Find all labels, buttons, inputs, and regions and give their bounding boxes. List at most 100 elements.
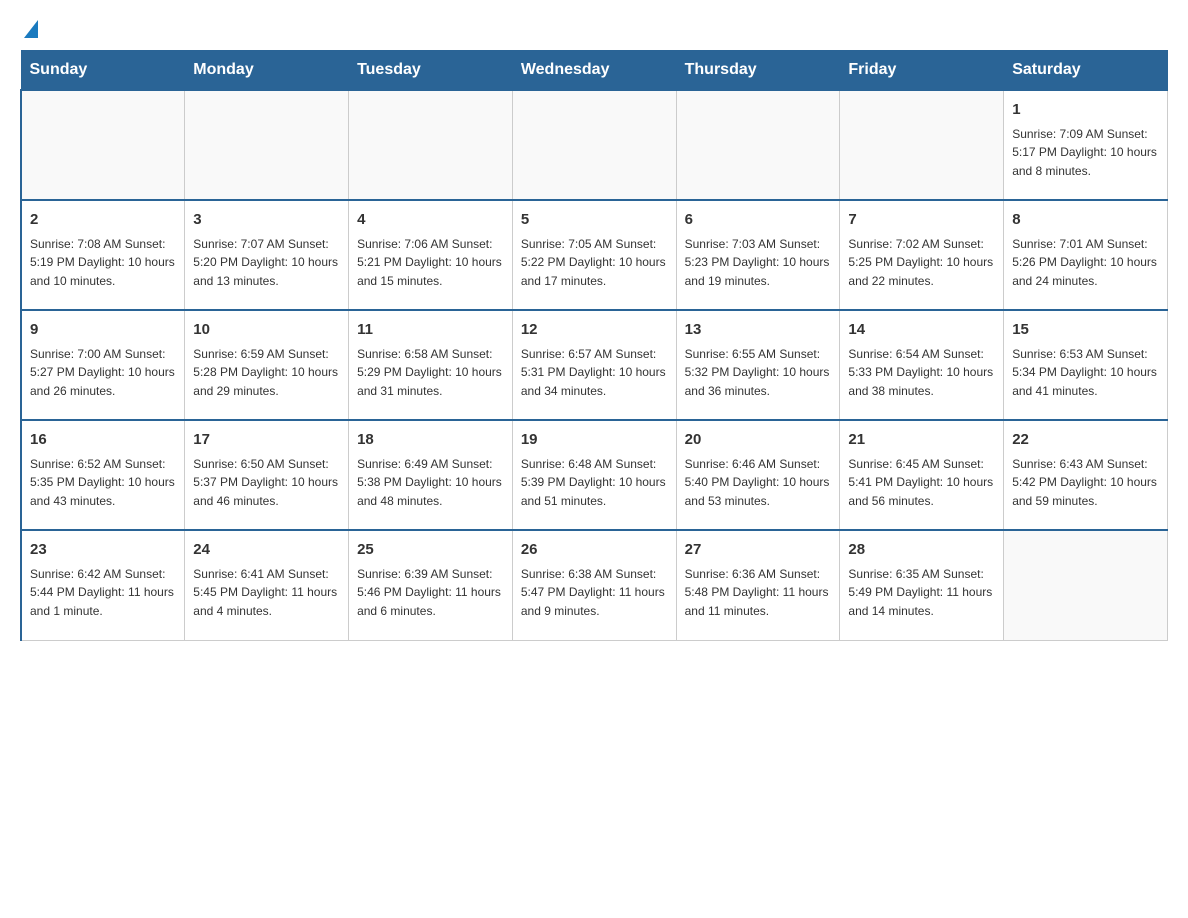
table-row: 24Sunrise: 6:41 AM Sunset: 5:45 PM Dayli… (185, 530, 349, 640)
day-info: Sunrise: 6:54 AM Sunset: 5:33 PM Dayligh… (848, 345, 995, 401)
table-row: 11 Sunrise: 6:58 AM Sunset: 5:29 PM Dayli… (349, 310, 513, 420)
table-row (840, 90, 1004, 200)
table-row: 16 Sunrise: 6:52 AM Sunset: 5:35 PM Dayli… (21, 420, 185, 530)
day-number: 3 (193, 209, 340, 232)
day-info: Sunrise: 6:58 AM Sunset: 5:29 PM Dayligh… (357, 345, 504, 401)
logo-general (20, 20, 38, 40)
week-row-2: 2Sunrise: 7:08 AM Sunset: 5:19 PM Daylig… (21, 200, 1168, 310)
day-info: Sunrise: 6:52 AM Sunset: 5:35 PM Dayligh… (30, 455, 176, 511)
table-row: 26 Sunrise: 6:38 AM Sunset: 5:47 PM Dayli… (512, 530, 676, 640)
day-number: 23 (30, 539, 176, 562)
header-sunday: Sunday (21, 51, 185, 91)
table-row: 25 Sunrise: 6:39 AM Sunset: 5:46 PM Dayli… (349, 530, 513, 640)
day-info: Sunrise: 6:50 AM Sunset: 5:37 PM Dayligh… (193, 455, 340, 511)
day-info: Sunrise: 6:42 AM Sunset: 5:44 PM Dayligh… (30, 565, 176, 621)
header-monday: Monday (185, 51, 349, 91)
day-info: Sunrise: 6:49 AM Sunset: 5:38 PM Dayligh… (357, 455, 504, 511)
header-tuesday: Tuesday (349, 51, 513, 91)
header-friday: Friday (840, 51, 1004, 91)
day-number: 21 (848, 429, 995, 452)
page-header (20, 20, 1168, 40)
header-wednesday: Wednesday (512, 51, 676, 91)
day-number: 5 (521, 209, 668, 232)
day-info: Sunrise: 6:57 AM Sunset: 5:31 PM Dayligh… (521, 345, 668, 401)
day-number: 7 (848, 209, 995, 232)
table-row (1004, 530, 1168, 640)
day-info: Sunrise: 6:53 AM Sunset: 5:34 PM Dayligh… (1012, 345, 1159, 401)
day-number: 1 (1012, 99, 1159, 122)
table-row: 9 Sunrise: 7:00 AM Sunset: 5:27 PM Daylig… (21, 310, 185, 420)
day-info: Sunrise: 6:45 AM Sunset: 5:41 PM Dayligh… (848, 455, 995, 511)
day-info: Sunrise: 6:46 AM Sunset: 5:40 PM Dayligh… (685, 455, 832, 511)
table-row: 21 Sunrise: 6:45 AM Sunset: 5:41 PM Dayli… (840, 420, 1004, 530)
table-row (21, 90, 185, 200)
day-number: 20 (685, 429, 832, 452)
calendar-body: 1 Sunrise: 7:09 AM Sunset: 5:17 PM Daylig… (21, 90, 1168, 640)
table-row: 23 Sunrise: 6:42 AM Sunset: 5:44 PM Dayli… (21, 530, 185, 640)
day-number: 16 (30, 429, 176, 452)
week-row-5: 23 Sunrise: 6:42 AM Sunset: 5:44 PM Dayli… (21, 530, 1168, 640)
day-number: 2 (30, 209, 176, 232)
week-row-3: 9 Sunrise: 7:00 AM Sunset: 5:27 PM Daylig… (21, 310, 1168, 420)
day-info: Sunrise: 6:38 AM Sunset: 5:47 PM Dayligh… (521, 565, 668, 621)
table-row (185, 90, 349, 200)
day-info: Sunrise: 6:59 AM Sunset: 5:28 PM Dayligh… (193, 345, 340, 401)
week-row-4: 16 Sunrise: 6:52 AM Sunset: 5:35 PM Dayli… (21, 420, 1168, 530)
day-number: 10 (193, 319, 340, 342)
day-number: 12 (521, 319, 668, 342)
table-row: 1 Sunrise: 7:09 AM Sunset: 5:17 PM Daylig… (1004, 90, 1168, 200)
table-row: 4Sunrise: 7:06 AM Sunset: 5:21 PM Daylig… (349, 200, 513, 310)
table-row: 3 Sunrise: 7:07 AM Sunset: 5:20 PM Daylig… (185, 200, 349, 310)
day-info: Sunrise: 6:35 AM Sunset: 5:49 PM Dayligh… (848, 565, 995, 621)
table-row: 28 Sunrise: 6:35 AM Sunset: 5:49 PM Dayli… (840, 530, 1004, 640)
day-info: Sunrise: 6:41 AM Sunset: 5:45 PM Dayligh… (193, 565, 340, 621)
day-info: Sunrise: 7:09 AM Sunset: 5:17 PM Dayligh… (1012, 125, 1159, 181)
day-number: 11 (357, 319, 504, 342)
table-row: 22Sunrise: 6:43 AM Sunset: 5:42 PM Dayli… (1004, 420, 1168, 530)
day-info: Sunrise: 6:43 AM Sunset: 5:42 PM Dayligh… (1012, 455, 1159, 511)
day-info: Sunrise: 7:02 AM Sunset: 5:25 PM Dayligh… (848, 235, 995, 291)
table-row: 13Sunrise: 6:55 AM Sunset: 5:32 PM Dayli… (676, 310, 840, 420)
days-of-week-row: SundayMondayTuesdayWednesdayThursdayFrid… (21, 51, 1168, 91)
day-number: 26 (521, 539, 668, 562)
table-row: 10 Sunrise: 6:59 AM Sunset: 5:28 PM Dayli… (185, 310, 349, 420)
day-info: Sunrise: 7:05 AM Sunset: 5:22 PM Dayligh… (521, 235, 668, 291)
table-row: 6Sunrise: 7:03 AM Sunset: 5:23 PM Daylig… (676, 200, 840, 310)
logo (20, 20, 38, 40)
table-row (512, 90, 676, 200)
table-row: 8 Sunrise: 7:01 AM Sunset: 5:26 PM Daylig… (1004, 200, 1168, 310)
logo-arrow-icon (24, 20, 38, 38)
day-number: 28 (848, 539, 995, 562)
table-row: 2Sunrise: 7:08 AM Sunset: 5:19 PM Daylig… (21, 200, 185, 310)
day-number: 25 (357, 539, 504, 562)
calendar-table: SundayMondayTuesdayWednesdayThursdayFrid… (20, 50, 1168, 641)
day-info: Sunrise: 7:06 AM Sunset: 5:21 PM Dayligh… (357, 235, 504, 291)
day-number: 8 (1012, 209, 1159, 232)
table-row: 12 Sunrise: 6:57 AM Sunset: 5:31 PM Dayli… (512, 310, 676, 420)
calendar-header: SundayMondayTuesdayWednesdayThursdayFrid… (21, 51, 1168, 91)
day-number: 9 (30, 319, 176, 342)
day-number: 15 (1012, 319, 1159, 342)
table-row (349, 90, 513, 200)
day-info: Sunrise: 6:36 AM Sunset: 5:48 PM Dayligh… (685, 565, 832, 621)
table-row: 14 Sunrise: 6:54 AM Sunset: 5:33 PM Dayli… (840, 310, 1004, 420)
table-row (676, 90, 840, 200)
day-info: Sunrise: 6:39 AM Sunset: 5:46 PM Dayligh… (357, 565, 504, 621)
week-row-1: 1 Sunrise: 7:09 AM Sunset: 5:17 PM Daylig… (21, 90, 1168, 200)
table-row: 18 Sunrise: 6:49 AM Sunset: 5:38 PM Dayli… (349, 420, 513, 530)
table-row: 19Sunrise: 6:48 AM Sunset: 5:39 PM Dayli… (512, 420, 676, 530)
header-saturday: Saturday (1004, 51, 1168, 91)
table-row: 5 Sunrise: 7:05 AM Sunset: 5:22 PM Daylig… (512, 200, 676, 310)
day-number: 18 (357, 429, 504, 452)
table-row: 7 Sunrise: 7:02 AM Sunset: 5:25 PM Daylig… (840, 200, 1004, 310)
day-info: Sunrise: 7:07 AM Sunset: 5:20 PM Dayligh… (193, 235, 340, 291)
table-row: 20 Sunrise: 6:46 AM Sunset: 5:40 PM Dayli… (676, 420, 840, 530)
day-number: 17 (193, 429, 340, 452)
day-number: 14 (848, 319, 995, 342)
day-info: Sunrise: 7:03 AM Sunset: 5:23 PM Dayligh… (685, 235, 832, 291)
day-info: Sunrise: 7:01 AM Sunset: 5:26 PM Dayligh… (1012, 235, 1159, 291)
header-thursday: Thursday (676, 51, 840, 91)
day-info: Sunrise: 7:00 AM Sunset: 5:27 PM Dayligh… (30, 345, 176, 401)
day-number: 13 (685, 319, 832, 342)
day-number: 27 (685, 539, 832, 562)
